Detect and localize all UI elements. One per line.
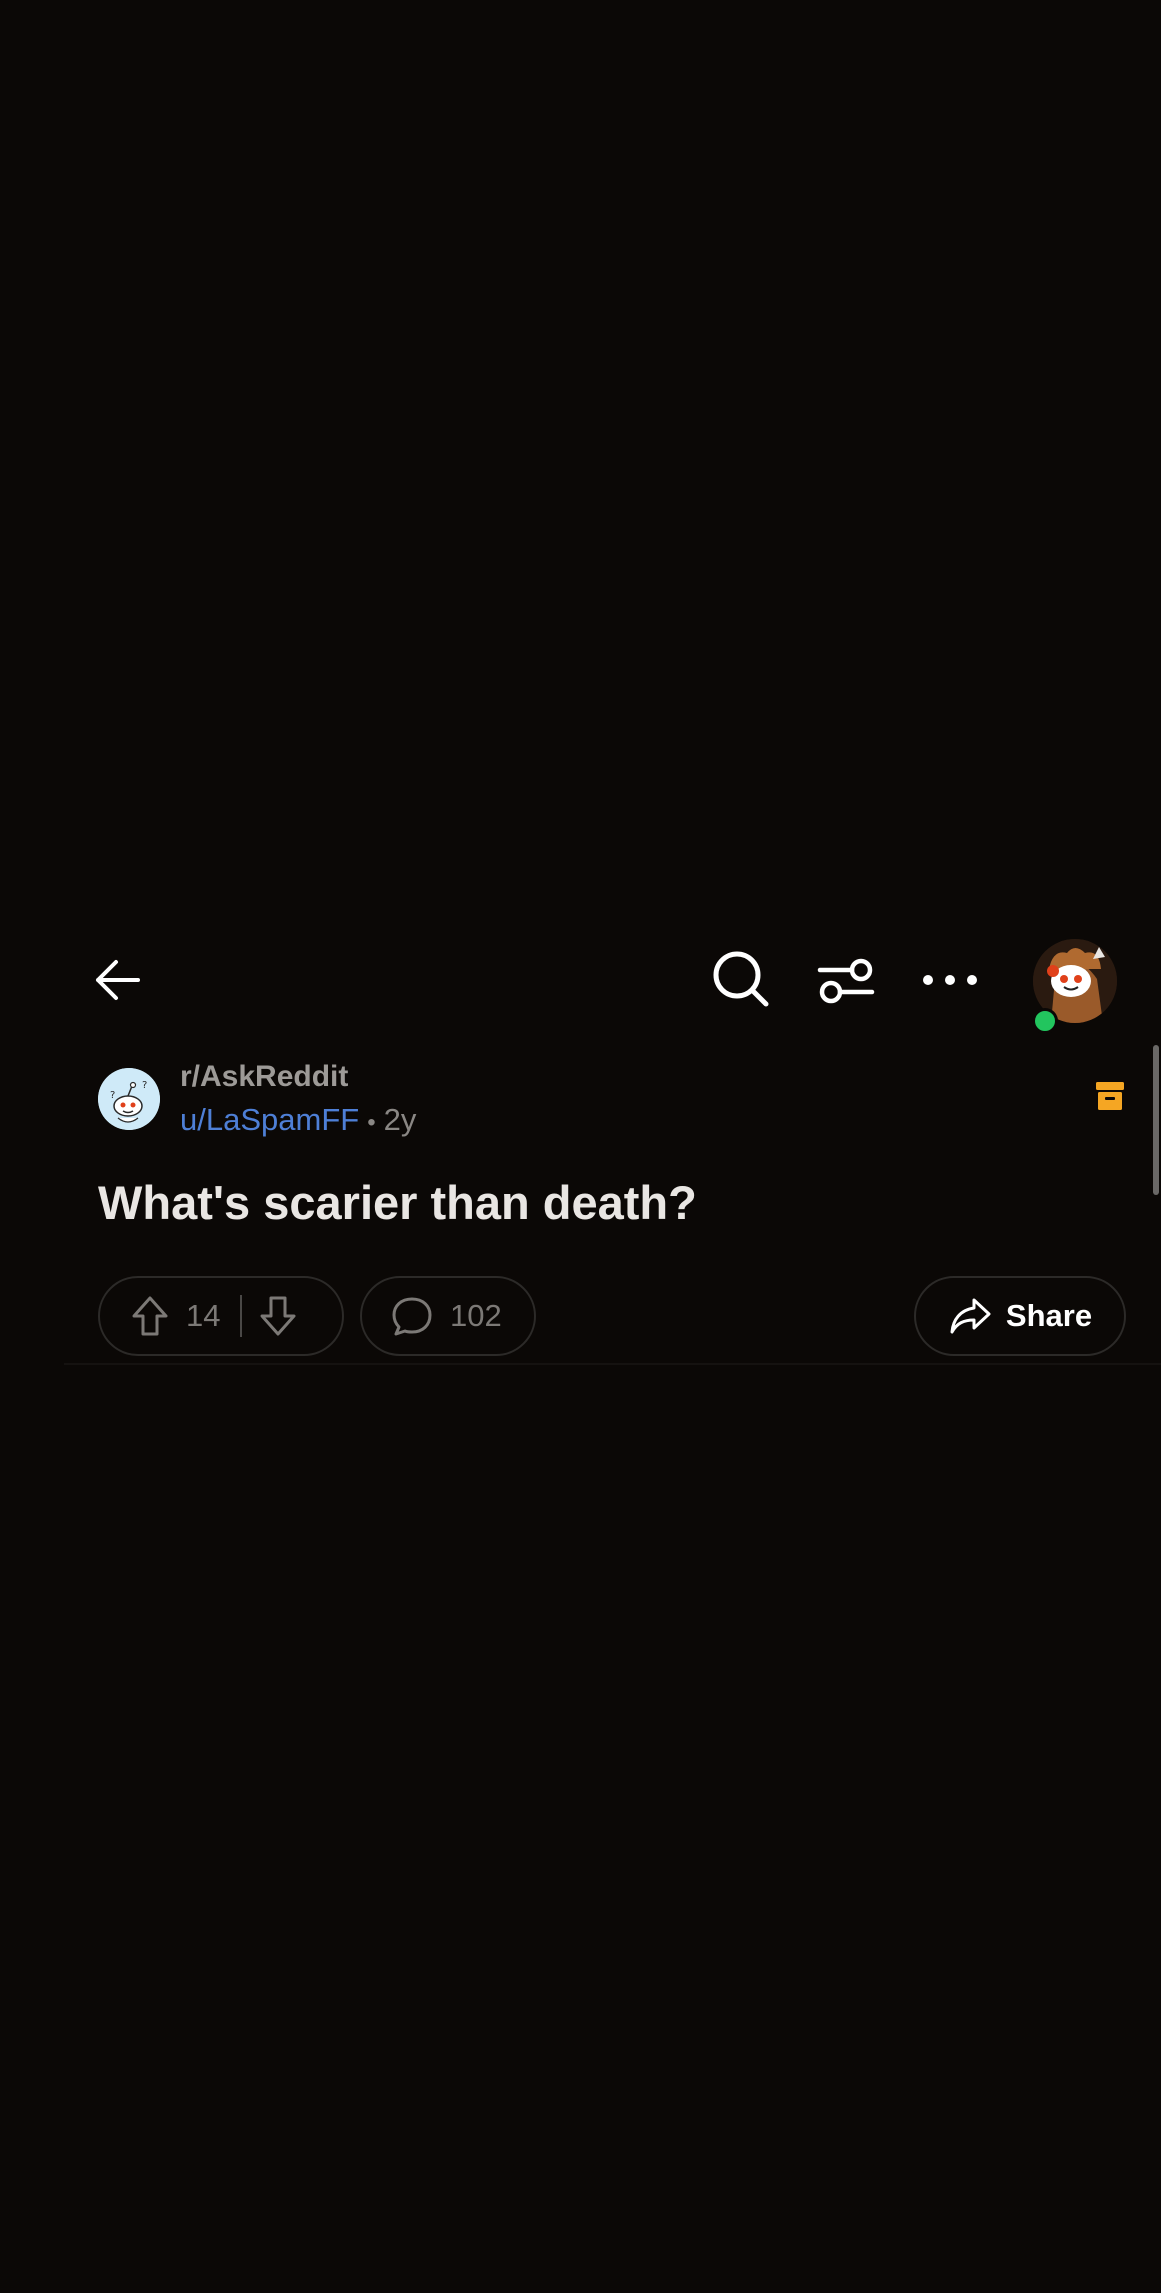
reddit-post-screen: ? ? r/AskReddit u/LaSpamFF • 2y What's sca… [0,0,1161,2293]
downvote-button[interactable] [258,1294,298,1338]
post-age: 2y [383,1102,417,1137]
downvote-arrow-icon [260,1296,296,1336]
user-avatar-button[interactable] [1030,936,1120,1034]
sort-toggle-icon [817,958,875,1004]
arrow-left-icon [96,960,140,1000]
archived-indicator[interactable] [1095,1080,1125,1112]
upvote-arrow-icon [132,1296,168,1336]
sort-button[interactable] [808,942,884,1018]
back-button[interactable] [80,942,156,1018]
vote-divider [240,1295,243,1337]
askreddit-snoo-icon: ? ? [98,1068,160,1130]
divider [64,1363,1161,1365]
share-arrow-icon [950,1298,991,1334]
top-navigation-bar [0,920,1161,1040]
comment-count: 102 [450,1298,502,1333]
svg-text:?: ? [142,1080,147,1091]
comments-button[interactable]: 102 [360,1276,536,1356]
online-status-indicator [1032,1008,1058,1034]
post-meta: u/LaSpamFF • 2y [180,1102,416,1138]
search-button[interactable] [704,942,780,1018]
share-label: Share [1005,1298,1093,1333]
comment-bubble-icon [392,1297,432,1336]
meta-separator: • [367,1109,376,1136]
post-header: ? ? r/AskReddit u/LaSpamFF • 2y [98,1060,1098,1150]
share-button[interactable]: Share [914,1276,1126,1356]
archive-icon [1096,1082,1124,1110]
author-username-link[interactable]: u/LaSpamFF [180,1102,359,1137]
search-icon [713,951,769,1007]
upvote-button[interactable] [130,1294,170,1338]
vote-controls: 14 [98,1276,344,1356]
post-actions-bar: 14 102 Share [0,1276,1161,1360]
subreddit-name-link[interactable]: r/AskReddit [180,1060,348,1094]
subreddit-avatar[interactable]: ? ? [98,1068,160,1130]
more-horizontal-icon [923,975,977,985]
scrollbar[interactable] [1153,1045,1159,1195]
svg-text:?: ? [110,1090,115,1101]
post-title[interactable]: What's scarier than death? [98,1175,697,1230]
vote-count: 14 [186,1298,221,1333]
more-options-button[interactable] [912,942,988,1018]
